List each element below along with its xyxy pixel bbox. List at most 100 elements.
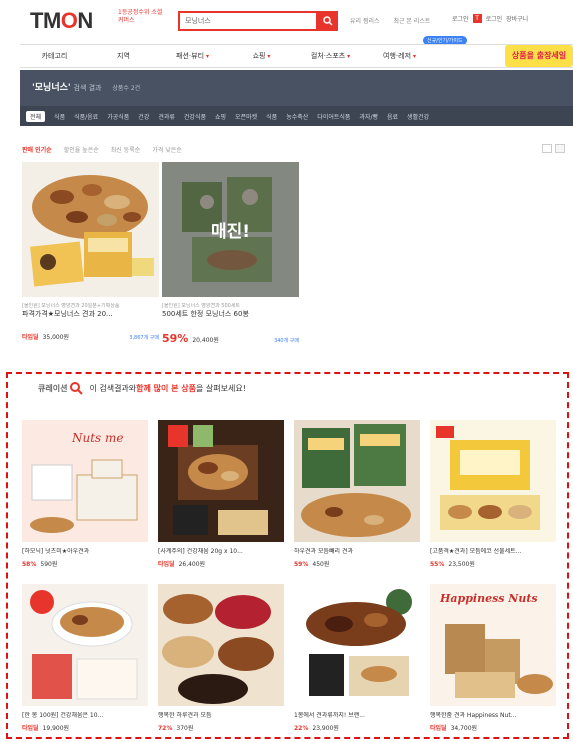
tmon-logo[interactable]: TMON	[30, 8, 93, 34]
result-card[interactable]: [올인원] 모닝너스 영양견과 20일분+기획상품 파격가격★모닝너스 견과 2…	[22, 162, 159, 358]
nav-item-category[interactable]: 카테고리	[20, 45, 89, 67]
result-query: '모닝너스'	[32, 83, 71, 93]
discount-label: 55%	[430, 561, 445, 568]
rec-card[interactable]: 하우견과 모듬빼리 견과 59% 450원	[294, 420, 420, 580]
search-button[interactable]	[318, 11, 338, 31]
product-image[interactable]	[158, 584, 284, 706]
rec-card[interactable]: [한 봉 100원] 건강채움은 10... 타임딜 19,900원	[22, 584, 148, 742]
filter-chip[interactable]: 쇼핑	[215, 112, 226, 121]
product-image[interactable]	[158, 420, 284, 542]
rec-card[interactable]: Happiness Nuts 행복한줌 견과 Happiness Nut... …	[430, 584, 556, 742]
product-image[interactable]	[22, 584, 148, 706]
product-price: 23,900원	[312, 725, 339, 732]
svg-text:Nuts me: Nuts me	[71, 431, 124, 445]
rec-title[interactable]: [한 봉 100원] 건강채움은 10...	[22, 712, 148, 720]
filter-chip[interactable]: 농수축산	[286, 112, 308, 121]
result-suffix: 검색 결과	[73, 84, 102, 92]
sort-tab-discount[interactable]: 할인율 높은순	[64, 145, 99, 154]
list-view-icon[interactable]	[542, 144, 552, 153]
filter-chip[interactable]: 과자/빵	[359, 112, 378, 121]
nav-item-culture[interactable]: 컬처·스포츠	[296, 45, 365, 67]
result-card[interactable]: 매진! [올인원] 모닝너스 영양견과 500세트 500세트 한정 모닝너스 …	[162, 162, 299, 358]
product-image[interactable]	[294, 420, 420, 542]
brand-nuts-image	[294, 584, 420, 706]
mypage-link[interactable]: 로그인	[486, 14, 503, 23]
filter-chip[interactable]: 음료	[387, 112, 398, 121]
discount-label: 타임딜	[430, 725, 447, 732]
login-link[interactable]: 로그인	[452, 14, 469, 23]
rec-header: 큐레이션 이 검색결과와 함께 많이 본 상품 을 살펴보세요!	[38, 380, 246, 396]
price-line: 59% 20,400원 340개 구매	[162, 332, 299, 345]
rec-card[interactable]: 행복한 하루견과 모듬 72% 370원	[158, 584, 284, 742]
filter-chip[interactable]: 건강식품	[184, 112, 206, 121]
view-toggles	[542, 144, 565, 153]
rec-card[interactable]: [사계주의] 건강채움 20g x 10... 타임딜 26,400원	[158, 420, 284, 580]
wishlist-link[interactable]: 유리 찜리스	[350, 18, 380, 25]
nut-bowl-image	[22, 584, 148, 706]
grid-view-icon[interactable]	[555, 144, 565, 153]
price-line: 타임딜 34,700원	[430, 723, 556, 732]
daily-nuts-image	[294, 420, 420, 542]
nut-gift-set-image	[430, 420, 556, 542]
rec-card[interactable]: [고품격★견과] 모듬에코 선물세트... 55% 23,500원	[430, 420, 556, 580]
product-image[interactable]	[430, 420, 556, 542]
product-image[interactable]: Nuts me	[22, 420, 148, 542]
sold-count: 3,867개 구매	[129, 335, 159, 341]
tcoin-icon: T	[472, 14, 482, 23]
nav-item-travel[interactable]: 여행·레저	[365, 45, 434, 67]
filter-chip[interactable]: 전체	[26, 110, 46, 122]
product-image[interactable]: 매진!	[162, 162, 299, 297]
filter-chip[interactable]: 식품/음료	[74, 112, 98, 121]
rec-header-pre: 이 검색결과와	[89, 383, 137, 393]
rec-card[interactable]: Nuts me [하모닉] 넛츠미★아우견과 58% 590원	[22, 420, 148, 580]
sale-banner-button[interactable]: 상품을 출장세일	[505, 45, 573, 67]
filter-chip[interactable]: 식품	[54, 112, 65, 121]
product-image[interactable]	[294, 584, 420, 706]
nav-item-fashion[interactable]: 패션·뷰티	[158, 45, 227, 67]
nut-bowls-image	[158, 584, 284, 706]
rec-title[interactable]: [사계주의] 건강채움 20g x 10...	[158, 548, 284, 556]
rec-title[interactable]: [하모닉] 넛츠미★아우견과	[22, 548, 148, 556]
filter-chip[interactable]: 오픈마켓	[235, 112, 257, 121]
discount-label: 22%	[294, 725, 309, 732]
rec-title[interactable]: 행복한줌 견과 Happiness Nut...	[430, 712, 556, 720]
mixed-nuts-image	[22, 162, 159, 297]
filter-chip[interactable]: 다이어트식품	[317, 112, 350, 121]
rec-title[interactable]: 행복한 하루견과 모듬	[158, 712, 284, 720]
product-title[interactable]: 500세트 한정 모닝너스 60봉	[162, 310, 299, 319]
filter-chip[interactable]: 생활건강	[407, 112, 429, 121]
product-image[interactable]: Happiness Nuts	[430, 584, 556, 706]
top-links: 유리 찜리스 최근 본 리스트	[350, 16, 442, 25]
product-price: 370원	[176, 725, 194, 732]
user-links: 로그인 T 로그인 장바구니	[452, 14, 528, 23]
rec-title[interactable]: 하우견과 모듬빼리 견과	[294, 548, 420, 556]
price-line: 72% 370원	[158, 723, 284, 732]
price-line: 55% 23,500원	[430, 559, 556, 568]
nav-item-region[interactable]: 지역	[89, 45, 158, 67]
filter-chip[interactable]: 견과류	[158, 112, 175, 121]
filter-bar: 전체 식품 식품/음료 가공식품 건강 견과류 건강식품 쇼핑 오픈마켓 식품 …	[20, 106, 573, 126]
product-image[interactable]	[22, 162, 159, 297]
recent-link[interactable]: 최근 본 리스트	[393, 18, 430, 25]
sort-tab-price[interactable]: 가격 낮은순	[152, 145, 182, 154]
magnifier-icon	[70, 382, 84, 395]
rec-title[interactable]: [고품격★견과] 모듬에코 선물세트...	[430, 548, 556, 556]
nav-item-shopping[interactable]: 쇼핑	[227, 45, 296, 67]
product-price: 450원	[312, 561, 330, 568]
cart-link[interactable]: 장바구니	[506, 14, 528, 23]
search-input[interactable]: 모닝너스	[178, 11, 318, 31]
filter-chip[interactable]: 가공식품	[107, 112, 129, 121]
filter-chip[interactable]: 식품	[266, 112, 277, 121]
happiness-nuts-image: Happiness Nuts	[430, 584, 556, 706]
product-title[interactable]: 파격가격★모닝너스 견과 20...	[22, 310, 159, 319]
product-price: 19,900원	[42, 725, 70, 732]
product-price: 34,700원	[450, 725, 478, 732]
search-result-bar: '모닝너스' 검색 결과 상품수 2건	[20, 70, 573, 106]
filter-chip[interactable]: 건강	[138, 112, 149, 121]
rec-title[interactable]: 1봉에서 견과류까지! 브랜...	[294, 712, 420, 720]
product-price: 20,400원	[192, 337, 219, 344]
sort-tab-newest[interactable]: 최신 등록순	[111, 145, 141, 154]
rec-card[interactable]: 1봉에서 견과류까지! 브랜... 22% 23,900원	[294, 584, 420, 742]
discount-label: 58%	[22, 561, 37, 568]
sort-tab-popular[interactable]: 판매 인기순	[22, 145, 52, 154]
